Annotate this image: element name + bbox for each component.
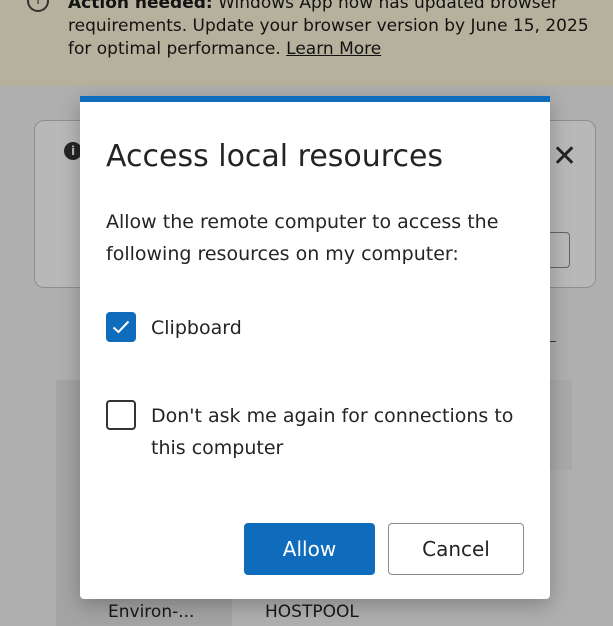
checkmark-icon <box>112 320 130 334</box>
dialog-description: Allow the remote computer to access the … <box>106 211 499 265</box>
clipboard-option[interactable]: Clipboard <box>106 312 531 344</box>
clipboard-checkbox[interactable] <box>106 312 136 342</box>
dont-ask-checkbox[interactable] <box>106 400 136 430</box>
dialog-title: Access local resources <box>106 139 444 174</box>
dont-ask-option[interactable]: Don't ask me again for connections to th… <box>106 400 531 464</box>
clipboard-label: Clipboard <box>151 317 242 339</box>
allow-button[interactable]: Allow <box>244 523 375 575</box>
cancel-button[interactable]: Cancel <box>388 523 524 575</box>
dont-ask-label: Don't ask me again for connections to th… <box>151 405 514 459</box>
access-resources-dialog: Access local resources Allow the remote … <box>80 96 550 599</box>
